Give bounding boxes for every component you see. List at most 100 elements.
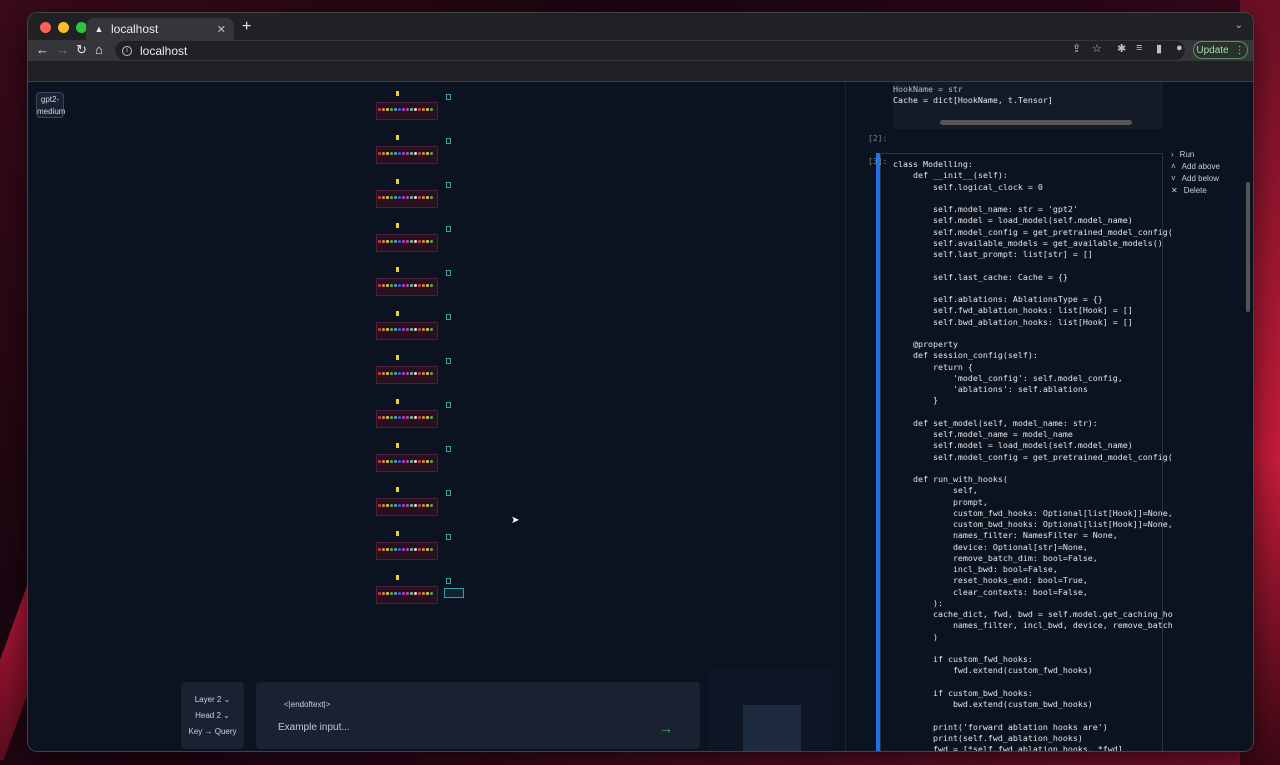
attention-head-dot[interactable] (414, 592, 417, 595)
attention-head-dot[interactable] (386, 108, 389, 111)
attention-head-dot[interactable] (394, 108, 397, 111)
delete-menu-item[interactable]: ✕ Delete (1171, 185, 1220, 197)
attention-head-dot[interactable] (390, 504, 393, 507)
add-below-menu-item[interactable]: ˅ Add below (1171, 173, 1220, 185)
attention-head-dot[interactable] (378, 504, 381, 507)
bookmark-star-icon[interactable]: ☆ (1092, 42, 1102, 55)
attention-head-dot[interactable] (418, 504, 421, 507)
attention-head-dot[interactable] (398, 328, 401, 331)
attention-head-dot[interactable] (426, 284, 429, 287)
new-tab-button[interactable]: + (242, 19, 251, 35)
attention-head-dot[interactable] (398, 152, 401, 155)
attention-head-dot[interactable] (378, 152, 381, 155)
attention-head-dot[interactable] (382, 372, 385, 375)
attention-head-dot[interactable] (394, 240, 397, 243)
attention-head-dot[interactable] (406, 548, 409, 551)
layer-block[interactable] (376, 132, 451, 172)
attention-head-dot[interactable] (406, 592, 409, 595)
attention-head-dot[interactable] (422, 328, 425, 331)
attention-head-dot[interactable] (398, 240, 401, 243)
attention-head-dot[interactable] (386, 460, 389, 463)
attention-head-dot[interactable] (382, 592, 385, 595)
prompt-input[interactable]: Example input... (278, 722, 350, 733)
layer-block[interactable] (376, 352, 451, 392)
attention-head-dot[interactable] (430, 108, 433, 111)
attention-head-dot[interactable] (422, 152, 425, 155)
attention-head-dot[interactable] (386, 240, 389, 243)
attention-head-dot[interactable] (426, 196, 429, 199)
attention-head-dot[interactable] (414, 372, 417, 375)
attention-head-dot[interactable] (414, 548, 417, 551)
attention-head-dot[interactable] (378, 108, 381, 111)
attention-head-dot[interactable] (390, 372, 393, 375)
attention-head-dot[interactable] (422, 548, 425, 551)
horizontal-scrollbar[interactable] (940, 120, 1132, 125)
attention-head-dot[interactable] (386, 152, 389, 155)
attention-head-dot[interactable] (394, 284, 397, 287)
attention-head-dot[interactable] (406, 284, 409, 287)
model-chip[interactable]: gpt2-medium (36, 92, 65, 118)
attention-head-dot[interactable] (430, 416, 433, 419)
attention-head-dot[interactable] (382, 416, 385, 419)
attention-head-dot[interactable] (410, 196, 413, 199)
attention-head-dot[interactable] (390, 460, 393, 463)
attention-head-dot[interactable] (426, 548, 429, 551)
forward-icon[interactable]: → (56, 43, 69, 57)
attention-head-dot[interactable] (426, 240, 429, 243)
attention-head-dot[interactable] (426, 460, 429, 463)
attention-head-dot[interactable] (426, 108, 429, 111)
attention-head-dot[interactable] (382, 240, 385, 243)
attention-head-dot[interactable] (394, 196, 397, 199)
attention-head-dot[interactable] (406, 196, 409, 199)
minimize-window-button[interactable] (58, 22, 69, 33)
attention-head-dot[interactable] (418, 372, 421, 375)
attention-head-dot[interactable] (418, 108, 421, 111)
attention-head-dot[interactable] (402, 328, 405, 331)
attention-head-dot[interactable] (430, 152, 433, 155)
attention-head-dot[interactable] (382, 152, 385, 155)
attention-head-dot[interactable] (418, 592, 421, 595)
attention-head-dot[interactable] (406, 108, 409, 111)
attention-head-dot[interactable] (414, 460, 417, 463)
attention-head-dot[interactable] (378, 240, 381, 243)
attention-head-dot[interactable] (422, 108, 425, 111)
attention-head-dot[interactable] (394, 504, 397, 507)
close-tab-icon[interactable]: ✕ (217, 23, 226, 36)
attention-head-dot[interactable] (406, 152, 409, 155)
attention-head-dot[interactable] (422, 240, 425, 243)
share-icon[interactable]: ⇪ (1072, 42, 1081, 55)
attention-head-dot[interactable] (382, 460, 385, 463)
attention-head-dot[interactable] (414, 328, 417, 331)
attention-head-dot[interactable] (382, 328, 385, 331)
attention-head-dot[interactable] (418, 284, 421, 287)
attention-head-dot[interactable] (430, 240, 433, 243)
attention-head-dot[interactable] (410, 108, 413, 111)
attention-head-dot[interactable] (406, 240, 409, 243)
attention-head-dot[interactable] (410, 372, 413, 375)
attention-head-dot[interactable] (378, 460, 381, 463)
attention-head-dot[interactable] (398, 284, 401, 287)
mlp-node-icon[interactable] (446, 578, 451, 584)
attention-head-dot[interactable] (386, 592, 389, 595)
attention-head-dot[interactable] (430, 592, 433, 595)
attention-head-dot[interactable] (426, 152, 429, 155)
close-window-button[interactable] (40, 22, 51, 33)
attention-head-dot[interactable] (414, 240, 417, 243)
attention-head-dot[interactable] (378, 372, 381, 375)
address-bar[interactable]: i localhost (115, 41, 1185, 60)
mlp-node-icon[interactable] (446, 358, 451, 364)
layer-block[interactable] (376, 176, 451, 216)
attention-head-dot[interactable] (390, 416, 393, 419)
attention-head-dot[interactable] (378, 328, 381, 331)
extensions-icon[interactable]: ✱ (1117, 42, 1126, 55)
attention-head-dot[interactable] (398, 416, 401, 419)
tab-localhost[interactable]: ▲ localhost ✕ (86, 18, 234, 40)
attention-head-dot[interactable] (402, 108, 405, 111)
site-info-icon[interactable]: i (122, 45, 132, 56)
vertical-scrollbar[interactable] (1246, 182, 1250, 312)
mlp-node-icon[interactable] (446, 182, 451, 188)
attention-head-dot[interactable] (422, 372, 425, 375)
attention-head-dot[interactable] (426, 504, 429, 507)
layer-block[interactable] (376, 528, 451, 568)
attention-head-dot[interactable] (426, 328, 429, 331)
